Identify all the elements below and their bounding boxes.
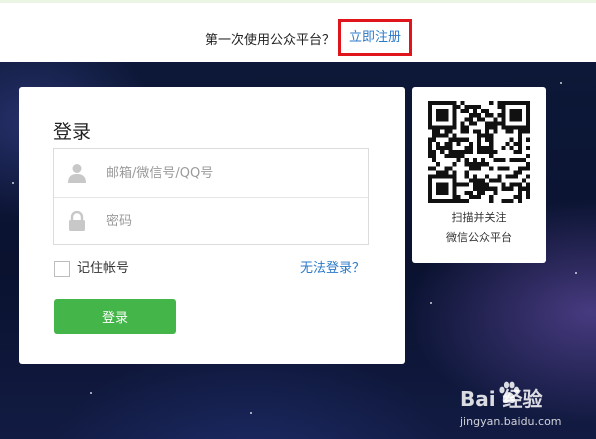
password-field	[54, 197, 368, 245]
password-input[interactable]	[106, 209, 356, 233]
remember-checkbox[interactable]	[54, 261, 70, 277]
account-input[interactable]	[106, 161, 356, 185]
star	[575, 272, 577, 274]
star	[560, 82, 562, 84]
baidu-paw-icon	[499, 381, 520, 404]
qr-card: 扫描并关注 微信公众平台	[412, 87, 546, 263]
login-title: 登录	[53, 121, 92, 143]
star	[90, 392, 92, 394]
baidu-jingyan-watermark: Bai 经验 jingyan.baidu.com	[454, 375, 594, 437]
star	[250, 412, 252, 414]
qr-code	[428, 101, 530, 203]
login-card: 登录 记住帐号 无法登录？ 登录	[19, 87, 405, 364]
account-field	[54, 149, 368, 198]
watermark-url: jingyan.baidu.com	[460, 415, 562, 428]
star	[12, 182, 14, 184]
qr-caption-line2: 微信公众平台	[446, 231, 512, 244]
login-button[interactable]: 登录	[54, 299, 176, 334]
credential-fields	[53, 148, 369, 245]
remember-label: 记住帐号	[77, 261, 130, 276]
user-icon	[68, 164, 86, 183]
first-time-prompt: 第一次使用公众平台？	[205, 33, 336, 48]
lock-icon	[69, 211, 85, 231]
qr-caption-line1: 扫描并关注	[451, 211, 507, 224]
top-bar: 第一次使用公众平台？	[0, 3, 596, 62]
register-link[interactable]: 立即注册	[349, 30, 401, 46]
cannot-login-link[interactable]: 无法登录？	[300, 261, 365, 277]
star	[430, 302, 432, 304]
